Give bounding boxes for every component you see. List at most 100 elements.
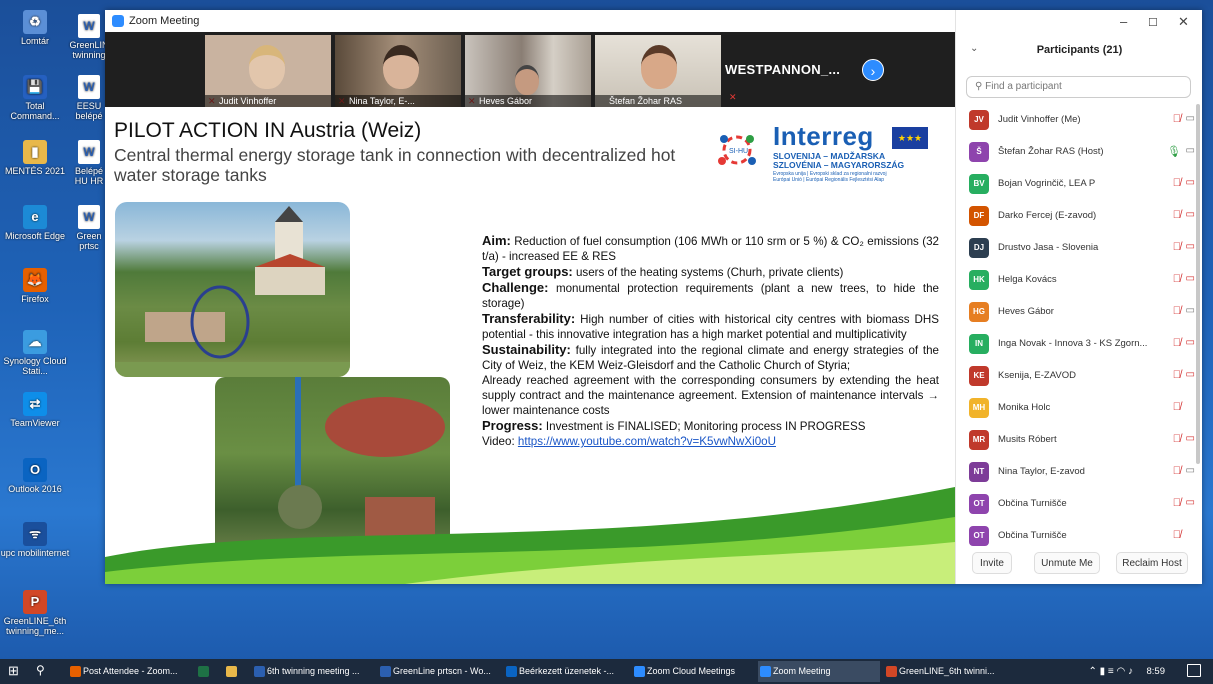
video-off-icon[interactable]: ▭ <box>1186 273 1195 284</box>
participant-row[interactable]: KE Ksenija, E-ZAVOD 🎙̸ ▭ <box>956 360 1203 392</box>
participant-name: Monika Holc <box>998 402 1051 413</box>
muted-mic-icon[interactable]: 🎙̸ <box>1173 369 1181 381</box>
video-thumbnail-strip: ✕ Judit Vinhoffer ✕ Nina Taylor, E-... ✕… <box>105 32 955 107</box>
app-icon <box>198 666 209 677</box>
avatar: KE <box>969 366 989 386</box>
desktop-icon[interactable]: e Microsoft Edge <box>0 205 70 241</box>
participant-row[interactable]: HG Heves Gábor 🎙̸ ▭ <box>956 296 1203 328</box>
reclaim-host-button[interactable]: Reclaim Host <box>1116 552 1188 574</box>
video-off-icon[interactable]: ▭ <box>1186 497 1195 508</box>
participant-row[interactable]: DJ Drustvo Jasa - Slovenia 🎙̸ ▭ <box>956 232 1203 264</box>
muted-mic-icon[interactable]: 🎙̸ <box>1173 209 1181 221</box>
aim-label: Aim: <box>482 233 511 248</box>
desktop-icon[interactable]: 🦊 Firefox <box>0 268 70 304</box>
windows-start-icon[interactable]: ⊞ <box>8 663 19 679</box>
video-thumb-1[interactable]: ✕ Judit Vinhoffer <box>205 35 331 107</box>
close-icon[interactable]: ✕ <box>1178 14 1189 30</box>
video-off-icon[interactable]: ▭ <box>1186 337 1195 348</box>
video-icon[interactable]: ▭ <box>1186 145 1195 156</box>
participant-row[interactable]: IN Inga Novak - Innova 3 - KS Zgorn... 🎙̸ ▭ <box>956 328 1203 360</box>
desktop-icon[interactable]: 💾 Total Command... <box>0 75 70 121</box>
avatar: OT <box>969 494 989 514</box>
desktop-icon[interactable]: ▮ MENTÉS 2021 <box>0 140 70 176</box>
slide-subtitle: Central thermal energy storage tank in c… <box>114 145 676 185</box>
muted-mic-icon[interactable]: 🎙̸ <box>1173 305 1181 317</box>
video-thumb-2[interactable]: ✕ Nina Taylor, E-... <box>335 35 461 107</box>
desktop-icon[interactable]: ♻ Lomtár <box>0 10 70 46</box>
desktop-icon[interactable]: ☁ Synology Cloud Stati... <box>0 330 70 376</box>
muted-mic-icon[interactable]: 🎙̸ <box>1173 337 1181 349</box>
video-off-icon[interactable]: ▭ <box>1186 241 1195 252</box>
muted-mic-icon[interactable]: 🎙̸ <box>1173 465 1181 477</box>
progress-label: Progress: <box>482 418 543 433</box>
participant-row[interactable]: OT Občina Turnišče 🎙̸ <box>956 520 1203 552</box>
notification-icon[interactable] <box>1187 664 1201 677</box>
desktop-icon[interactable]: W Belépé HU HR <box>68 140 110 186</box>
desktop-icon[interactable]: O Outlook 2016 <box>0 458 70 494</box>
video-link[interactable]: https://www.youtube.com/watch?v=K5vwNwXi… <box>518 435 776 448</box>
taskbar-item[interactable]: GreenLINE_6th twinni... <box>884 661 1006 682</box>
taskbar-item[interactable]: GreenLine prtscn - Wo... <box>378 661 500 682</box>
logo-line-4: Európai Unió | Európai Regionális Fejles… <box>773 177 885 183</box>
taskbar-item[interactable] <box>196 661 220 682</box>
desktop-icon[interactable]: W Green prtsc <box>68 205 110 251</box>
taskbar-item[interactable] <box>224 661 248 682</box>
muted-mic-icon[interactable]: 🎙̸ <box>1173 241 1181 253</box>
invite-button[interactable]: Invite <box>972 552 1012 574</box>
desktop-icon[interactable]: P GreenLINE_6th twinning_me... <box>0 590 70 636</box>
muted-mic-icon[interactable]: 🎙̸ <box>1173 497 1181 509</box>
next-page-arrow-icon[interactable]: › <box>862 59 884 81</box>
scrollbar[interactable] <box>1196 104 1200 464</box>
desktop-icon-label: Lomtár <box>20 36 49 46</box>
avatar: HG <box>969 302 989 322</box>
search-placeholder: Find a participant <box>985 81 1062 92</box>
video-thumb-3[interactable]: ✕ Heves Gábor <box>465 35 591 107</box>
muted-mic-icon[interactable]: 🎙̸ <box>1173 177 1181 189</box>
taskbar-item[interactable]: Post Attendee - Zoom... <box>68 661 190 682</box>
taskbar-item[interactable]: Zoom Meeting <box>758 661 880 682</box>
desktop-icon[interactable]: ᯤ upc mobilinternet <box>0 522 70 558</box>
muted-mic-icon[interactable]: 🎙̸ <box>1173 401 1181 413</box>
search-icon[interactable]: ⚲ <box>36 663 45 677</box>
maximize-icon[interactable]: ☐ <box>1148 16 1158 29</box>
participant-row[interactable]: HK Helga Kovács 🎙̸ ▭ <box>956 264 1203 296</box>
system-tray-icons[interactable]: ⌃ ▮ ≡ ◠ ♪ <box>1088 659 1133 684</box>
participant-row[interactable]: DF Darko Fercej (E-zavod) 🎙̸ ▭ <box>956 200 1203 232</box>
muted-mic-icon[interactable]: 🎙̸ <box>1173 273 1181 285</box>
video-off-icon[interactable]: ▭ <box>1186 433 1195 444</box>
desktop-icon-label: Firefox <box>21 294 49 304</box>
muted-mic-icon[interactable]: 🎙̸ <box>1173 529 1181 541</box>
participant-row[interactable]: MR Musits Róbert 🎙̸ ▭ <box>956 424 1203 456</box>
desktop-icon-label: GreenLINE_6th twinning_me... <box>3 616 67 636</box>
participant-row[interactable]: BV Bojan Vogrinčič, LEA P 🎙̸ ▭ <box>956 168 1203 200</box>
desktop-icon[interactable]: W EESU belépé <box>68 75 110 121</box>
participant-row[interactable]: JV Judit Vinhoffer (Me) 🎙̸ ▭ <box>956 104 1203 136</box>
muted-mic-icon[interactable]: 🎙̸ <box>1173 433 1181 445</box>
participant-search-input[interactable]: ⚲ Find a participant <box>966 76 1191 98</box>
taskbar-item[interactable]: Zoom Cloud Meetings <box>632 661 754 682</box>
desktop-icon[interactable]: ⇄ TeamViewer <box>0 392 70 428</box>
desktop-icon[interactable]: W GreenLIN twinning <box>68 14 110 60</box>
window-titlebar[interactable]: Zoom Meeting <box>105 10 955 32</box>
video-off-icon[interactable]: ▭ <box>1186 177 1195 188</box>
participant-row[interactable]: MH Monika Holc 🎙̸ <box>956 392 1203 424</box>
participant-row[interactable]: OT Občina Turnišče 🎙̸ ▭ <box>956 488 1203 520</box>
minimize-icon[interactable]: – <box>1120 14 1127 29</box>
taskbar-item[interactable]: Beérkezett üzenetek -... <box>504 661 626 682</box>
thumb-name: Štefan Žohar RAS <box>595 95 721 107</box>
participant-name: Občina Turnišče <box>998 498 1067 509</box>
mic-active-icon[interactable]: 🎙 <box>1167 145 1181 158</box>
desktop-icon-label: upc mobilinternet <box>0 548 70 558</box>
video-off-icon[interactable]: ▭ <box>1186 369 1195 380</box>
taskbar-item[interactable]: 6th twinning meeting ... <box>252 661 374 682</box>
video-icon[interactable]: ▭ <box>1186 305 1195 316</box>
video-off-icon[interactable]: ▭ <box>1186 209 1195 220</box>
muted-mic-icon[interactable]: 🎙̸ <box>1173 113 1181 125</box>
participant-row[interactable]: Š Štefan Žohar RAS (Host) 🎙 ▭ <box>956 136 1203 168</box>
video-thumb-4[interactable]: Štefan Žohar RAS <box>595 35 721 107</box>
video-icon[interactable]: ▭ <box>1186 465 1195 476</box>
participant-row[interactable]: NT Nina Taylor, E-zavod 🎙̸ ▭ <box>956 456 1203 488</box>
muted-mic-icon: ✕ <box>729 92 737 102</box>
video-icon[interactable]: ▭ <box>1186 113 1195 124</box>
unmute-me-button[interactable]: Unmute Me <box>1034 552 1100 574</box>
